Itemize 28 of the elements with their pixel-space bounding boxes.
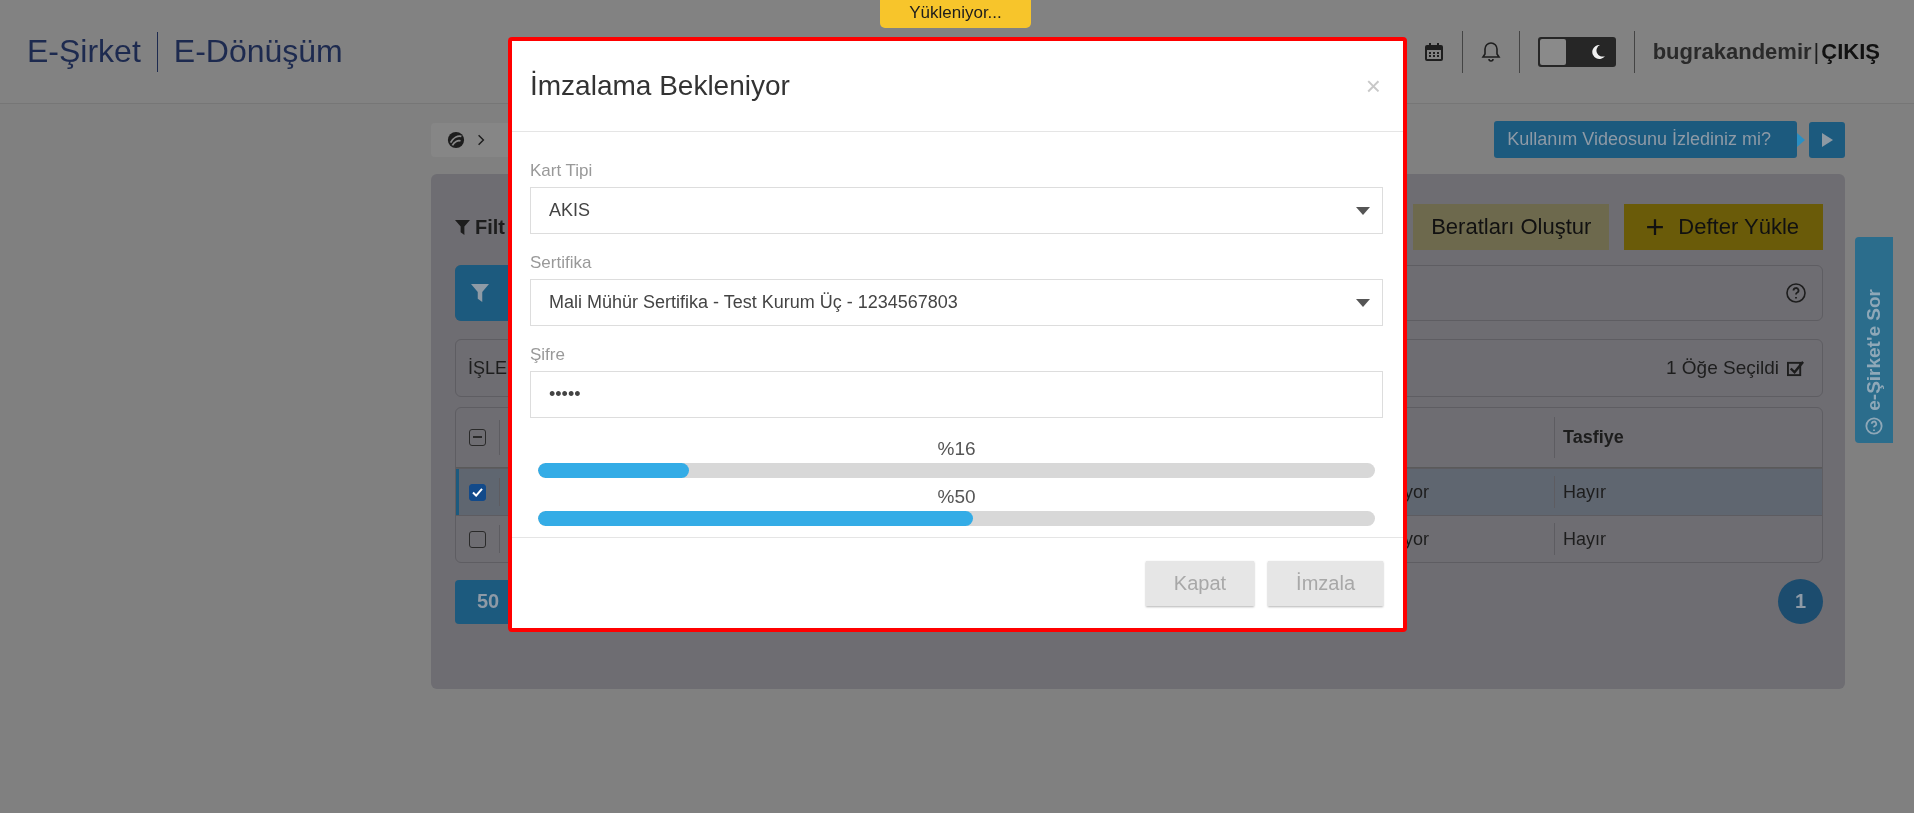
video-prompt[interactable]: Kullanım Videosunu İzlediniz mi? (1494, 121, 1797, 158)
progress-reading: %50 (936, 486, 977, 508)
username: bugrakandemir (1652, 38, 1812, 65)
logo-text[interactable]: E-Dönüşüm (173, 33, 343, 70)
help-tab-label: e-Şirket'e Sor (1863, 289, 1885, 411)
password-field[interactable]: ••••• (530, 371, 1383, 418)
logout-link[interactable]: ÇIKIŞ (1821, 38, 1880, 65)
separator-text: | (1813, 38, 1820, 65)
dialog-title: İmzalama Bekleniyor (530, 70, 790, 102)
logo-text[interactable]: E-Şirket (27, 33, 141, 70)
filter-title: Filt (475, 215, 505, 239)
table-cell: Hayır (1554, 475, 1822, 509)
help-tab[interactable]: e-Şirket'e Sor (1855, 237, 1893, 443)
page-button[interactable]: 1 (1778, 579, 1823, 624)
field-label: Sertifika (530, 253, 593, 273)
field-label: Şifre (530, 345, 566, 365)
dropdown[interactable]: Mali Mühür Sertifika - Test Kurum Üç - 1234567803 (530, 279, 1383, 326)
bulk-label: İŞLE (468, 357, 508, 379)
selection-count: 1 Öğe Seçildi (1666, 357, 1779, 379)
upload-button[interactable]: Defter Yükle (1624, 204, 1823, 250)
loading-badge: Yükleniyor... (880, 0, 1031, 28)
close-button[interactable]: × (1363, 73, 1383, 99)
field-label: Kart Tipi (530, 161, 594, 181)
dropdown[interactable]: AKIS (530, 187, 1383, 234)
progress-reading: %16 (936, 438, 977, 460)
table-cell: Hayır (1554, 522, 1822, 556)
create-button[interactable]: Beratları Oluştur (1413, 204, 1610, 250)
column-header: Tasfiye (1554, 416, 1822, 459)
